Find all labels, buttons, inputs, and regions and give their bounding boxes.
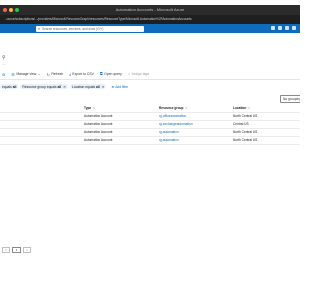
filter-value: all (96, 84, 100, 89)
table-row[interactable]: Automation Account rg-automation North C… (0, 137, 300, 145)
settings-icon[interactable] (285, 26, 289, 30)
tag-icon: ⌂ (127, 72, 131, 76)
open-query-button[interactable]: ⧉ Open query (100, 72, 122, 76)
search-placeholder: Search resources, services, and docs (G+… (42, 26, 104, 31)
chevron-down-icon: ⌄ (37, 72, 41, 76)
column-header-location[interactable]: Location↑↓ (233, 105, 250, 112)
gear-icon: ⚙ (2, 72, 6, 77)
cell-resource-group-link[interactable]: rg-automation (159, 137, 179, 144)
cell-location: Central US (233, 122, 249, 126)
previous-page-button[interactable]: < (2, 247, 10, 253)
cell-type: Automation Account (84, 130, 113, 134)
filter-name: Resource group equals (22, 84, 57, 89)
grouping-dropdown[interactable]: No grouping (280, 95, 300, 103)
assign-tags-label: Assign tags (131, 72, 150, 76)
manage-view-label: Manage view (16, 72, 37, 76)
resource-table: Type↑↓ Resource group↑↓ Location↑↓ Autom… (0, 105, 300, 145)
cloud-shell-icon[interactable] (271, 26, 275, 30)
next-page-button[interactable]: > (23, 247, 31, 253)
azure-top-bar: ⌕ Search resources, services, and docs (… (0, 24, 300, 33)
settings-button[interactable]: ⚙ (2, 72, 5, 77)
global-search-box[interactable]: ⌕ Search resources, services, and docs (… (36, 25, 144, 32)
table-row[interactable]: Automation Account rg-officeautomation N… (0, 113, 300, 121)
window-title: Automation Accounts - Microsoft Azure (115, 7, 185, 12)
more-options-icon[interactable]: … (2, 61, 6, 66)
filter-value: all (12, 84, 17, 89)
export-csv-button[interactable]: ⤓ Export to CSV (69, 72, 94, 76)
assign-tags-button[interactable]: ⌂ Assign tags (128, 72, 149, 76)
add-filter-label: Add filter (115, 84, 129, 89)
filter-bar: equals all Resource group equals all ✕ L… (0, 83, 300, 90)
pagination: < 1 > (2, 247, 31, 253)
column-header-resource-group[interactable]: Resource group↑↓ (159, 105, 188, 112)
main-content: ⚲ … ⚙ ☰ Manage view ⌄ ↻ Refresh ⤓ Export… (0, 33, 300, 267)
sort-icon: ↑↓ (92, 106, 96, 110)
sort-icon: ↑↓ (184, 106, 188, 110)
cell-location: North Central US (233, 114, 258, 118)
cell-location: North Central US (233, 130, 258, 134)
screen: Automation Accounts - Microsoft Azure ..… (0, 0, 300, 300)
close-icon[interactable]: ✕ (102, 85, 105, 89)
refresh-label: Refresh (51, 72, 64, 76)
url-text[interactable]: ...ource/subscriptions/.../providers/Mic… (4, 17, 234, 22)
title-bar: Automation Accounts - Microsoft Azure (0, 5, 300, 15)
address-bar[interactable]: ...ource/subscriptions/.../providers/Mic… (0, 15, 300, 24)
cell-resource-group-link[interactable]: rg-officeautomation (159, 113, 186, 120)
page-number-select[interactable]: 1 (12, 247, 21, 253)
table-row[interactable]: Automation Account rg-exchangeautomation… (0, 121, 300, 129)
filter-name: Location equals (71, 84, 96, 89)
browser-window: Automation Accounts - Microsoft Azure ..… (0, 5, 300, 267)
refresh-icon: ↻ (46, 72, 50, 77)
open-query-label: Open query (104, 72, 122, 76)
cell-type: Automation Account (84, 114, 113, 118)
export-label: Export to CSV (72, 72, 94, 76)
cell-resource-group-link[interactable]: rg-automation (159, 129, 179, 136)
list-icon: ☰ (11, 72, 15, 77)
sort-icon: ↑↓ (247, 106, 251, 110)
close-icon[interactable]: ✕ (63, 85, 66, 89)
export-icon: ⤓ (69, 72, 71, 76)
add-filter-icon: ⊕ (111, 84, 115, 89)
column-header-type[interactable]: Type↑↓ (84, 105, 95, 112)
add-filter-button[interactable]: ⊕ Add filter (111, 85, 128, 89)
filter-name: equals (2, 84, 12, 89)
cell-type: Automation Account (84, 122, 113, 126)
help-icon[interactable] (292, 26, 296, 30)
refresh-button[interactable]: ↻ Refresh (47, 72, 64, 77)
cell-type: Automation Account (84, 138, 113, 142)
cell-location: North Central US (233, 138, 258, 142)
filter-value: all (57, 84, 62, 89)
filter-chip-location[interactable]: Location equals all ✕ (69, 84, 107, 89)
query-icon: ⧉ (99, 72, 103, 76)
top-bar-icons (271, 26, 296, 30)
table-row[interactable]: Automation Account rg-automation North C… (0, 129, 300, 137)
manage-view-button[interactable]: ☰ Manage view ⌄ (11, 72, 40, 77)
toolbar-divider (0, 79, 300, 80)
table-header: Type↑↓ Resource group↑↓ Location↑↓ (0, 105, 300, 113)
notifications-icon[interactable] (278, 26, 282, 30)
cell-resource-group-link[interactable]: rg-exchangeautomation (159, 121, 193, 128)
filter-chip-resource-group[interactable]: Resource group equals all ✕ (20, 84, 68, 89)
filter-chip-subscription[interactable]: equals all (0, 84, 19, 89)
command-bar: ⚙ ☰ Manage view ⌄ ↻ Refresh ⤓ Export to … (0, 70, 300, 78)
